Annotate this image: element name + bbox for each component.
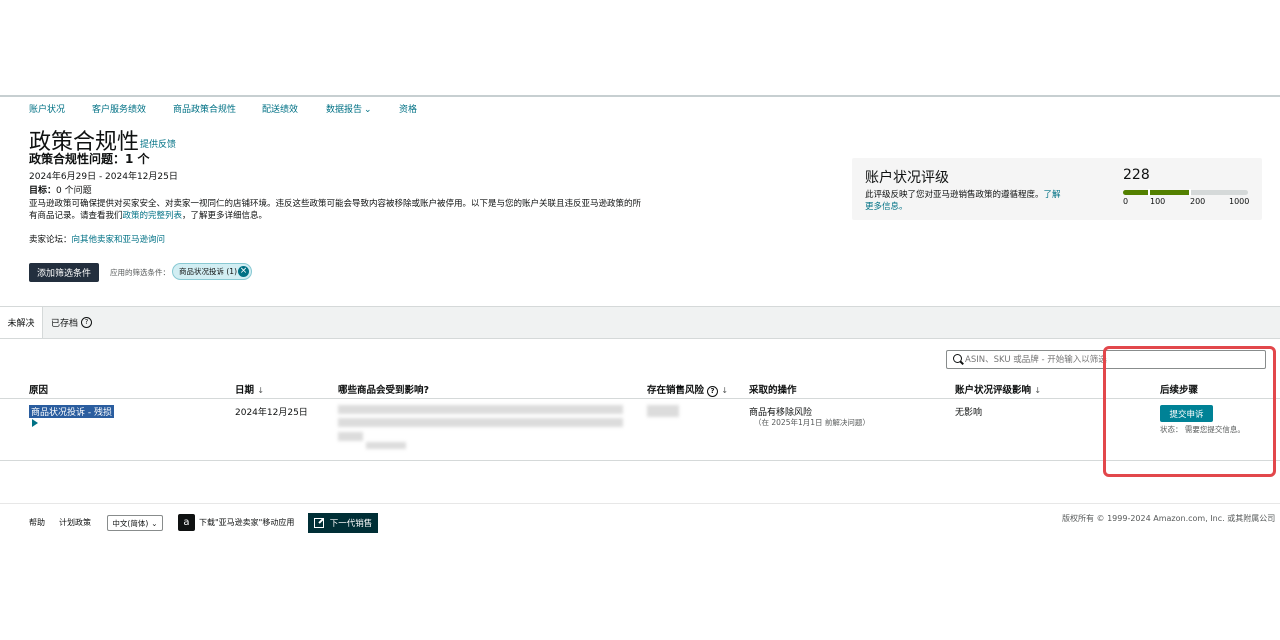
forum-link[interactable]: 向其他卖家和亚马逊询问 bbox=[72, 235, 166, 245]
column-header-affected: 哪些商品会受到影响? bbox=[338, 385, 430, 396]
scale-label: 0 bbox=[1123, 197, 1129, 206]
tab-archived[interactable]: 已存档? bbox=[51, 307, 93, 338]
account-health-description: 此评级反映了您对亚马逊销售政策的遵循程度。了解更多信息。 bbox=[865, 189, 1065, 213]
column-header-impact-label: 账户状况评级影响 bbox=[955, 385, 1032, 396]
bar-tick bbox=[1189, 189, 1191, 196]
amazon-app-icon: a bbox=[178, 514, 195, 531]
close-icon[interactable]: × bbox=[238, 266, 250, 277]
footer-divider bbox=[0, 503, 1280, 504]
copyright: 版权所有 © 1999-2024 Amazon.com, Inc. 或其附属公司 bbox=[1062, 514, 1276, 523]
scale-label: 200 bbox=[1190, 197, 1206, 206]
sort-arrow-icon: ↓ bbox=[721, 386, 729, 395]
column-header-action: 采取的操作 bbox=[749, 385, 797, 396]
tab-archived-label: 已存档 bbox=[51, 319, 79, 329]
help-icon[interactable]: ? bbox=[81, 317, 93, 328]
nav-item-shipping[interactable]: 配送绩效 bbox=[262, 102, 298, 115]
description-text-end: ，了解更多详细信息。 bbox=[182, 211, 268, 221]
highlight-box bbox=[1103, 346, 1276, 477]
tab-bar bbox=[0, 306, 1280, 339]
nav-item-customer-service[interactable]: 客户服务绩效 bbox=[92, 102, 146, 115]
at-risk-redacted bbox=[647, 405, 679, 417]
app-download-link[interactable]: 下载"亚马逊卖家"移动应用 bbox=[199, 517, 294, 528]
next-gen-selling-button[interactable]: 下一代销售 bbox=[308, 513, 378, 533]
tab-unresolved[interactable]: 未解决 bbox=[0, 307, 43, 338]
seller-forum: 卖家论坛：向其他卖家和亚马逊询问 bbox=[29, 233, 165, 245]
nav-item-reports-label: 数据报告 bbox=[326, 105, 363, 115]
filter-chip-label: 商品状况投诉 (1) bbox=[179, 267, 238, 276]
sort-arrow-icon: ↓ bbox=[257, 386, 265, 395]
policy-description: 亚马逊政策可确保提供对买家安全、对卖家一视同仁的店铺环境。违反这些政策可能会导致… bbox=[29, 198, 649, 222]
date-range: 2024年6月29日 - 2024年12月25日 bbox=[29, 172, 178, 182]
account-health-description-text: 此评级反映了您对亚马逊销售政策的遵循程度。 bbox=[865, 190, 1044, 200]
applied-filters-label: 应用的筛选条件： bbox=[110, 268, 170, 277]
target: 目标：0 个问题 bbox=[29, 183, 92, 196]
filter-chip: 商品状况投诉 (1) × bbox=[172, 263, 253, 280]
policy-list-link[interactable]: 政策的完整列表 bbox=[123, 211, 183, 221]
nav-item-reports[interactable]: 数据报告 ⌄ bbox=[326, 102, 372, 115]
nav-item-account-health[interactable]: 账户状况 bbox=[29, 102, 65, 115]
health-score-fill bbox=[1123, 190, 1192, 195]
chevron-down-icon: ⌄ bbox=[151, 518, 158, 528]
redacted-text bbox=[338, 418, 623, 427]
row-impact: 无影响 bbox=[955, 408, 983, 418]
description-text: 亚马逊政策可确保提供对买家安全、对卖家一视同仁的店铺环境。违反这些政策可能会导致… bbox=[29, 199, 642, 221]
health-score-bar bbox=[1123, 190, 1248, 195]
target-value: 0 个问题 bbox=[56, 186, 92, 196]
row-date: 2024年12月25日 bbox=[235, 408, 308, 418]
redacted-text bbox=[338, 432, 363, 441]
account-health-score: 228 bbox=[1123, 167, 1150, 183]
column-header-date-label: 日期 bbox=[235, 385, 255, 396]
next-gen-selling-label: 下一代销售 bbox=[329, 519, 373, 529]
column-header-reason: 原因 bbox=[29, 385, 49, 396]
redacted-text bbox=[338, 405, 623, 414]
reason-link[interactable]: 商品状况投诉 - 残损 bbox=[29, 405, 114, 418]
language-select[interactable]: 中文(简体) ⌄ bbox=[107, 515, 163, 531]
scale-label: 100 bbox=[1150, 197, 1166, 206]
account-health-title: 账户状况评级 bbox=[865, 170, 949, 186]
help-icon[interactable]: ? bbox=[707, 386, 719, 397]
column-header-impact[interactable]: 账户状况评级影响 ↓ bbox=[955, 382, 1041, 396]
column-header-date[interactable]: 日期 ↓ bbox=[235, 382, 264, 396]
program-policy-link[interactable]: 计划政策 bbox=[59, 517, 91, 528]
target-label: 目标： bbox=[29, 186, 57, 196]
issues-count: 政策合规性问题：1 个 bbox=[29, 152, 150, 166]
redacted-text bbox=[366, 442, 406, 449]
nav-item-policy-compliance[interactable]: 商品政策合规性 bbox=[173, 102, 236, 115]
column-header-at-risk-label: 存在销售风险 bbox=[647, 385, 705, 396]
sub-navigation: 账户状况 客户服务绩效 商品政策合规性 配送绩效 数据报告 ⌄ 资格 bbox=[0, 97, 1280, 121]
table-row-divider bbox=[0, 460, 1280, 461]
sort-arrow-icon: ↓ bbox=[1034, 386, 1042, 395]
row-action-deadline: （在 2025年1月1日 前解决问题） bbox=[754, 418, 870, 427]
chevron-down-icon: ⌄ bbox=[364, 105, 372, 115]
add-filter-button[interactable]: 添加筛选条件 bbox=[29, 263, 99, 282]
expand-arrow-icon[interactable] bbox=[32, 419, 38, 427]
feedback-link[interactable]: 提供反馈 bbox=[140, 137, 176, 150]
language-value: 中文(简体) bbox=[112, 518, 149, 528]
help-link[interactable]: 帮助 bbox=[29, 517, 45, 528]
scale-label: 1000 bbox=[1229, 197, 1250, 206]
bar-tick bbox=[1148, 189, 1150, 196]
table-header-divider bbox=[0, 398, 1280, 399]
search-icon bbox=[953, 354, 962, 363]
nav-item-eligibility[interactable]: 资格 bbox=[399, 102, 417, 115]
external-link-icon bbox=[313, 518, 324, 528]
forum-label: 卖家论坛： bbox=[29, 235, 72, 245]
column-header-at-risk[interactable]: 存在销售风险? ↓ bbox=[647, 382, 728, 397]
